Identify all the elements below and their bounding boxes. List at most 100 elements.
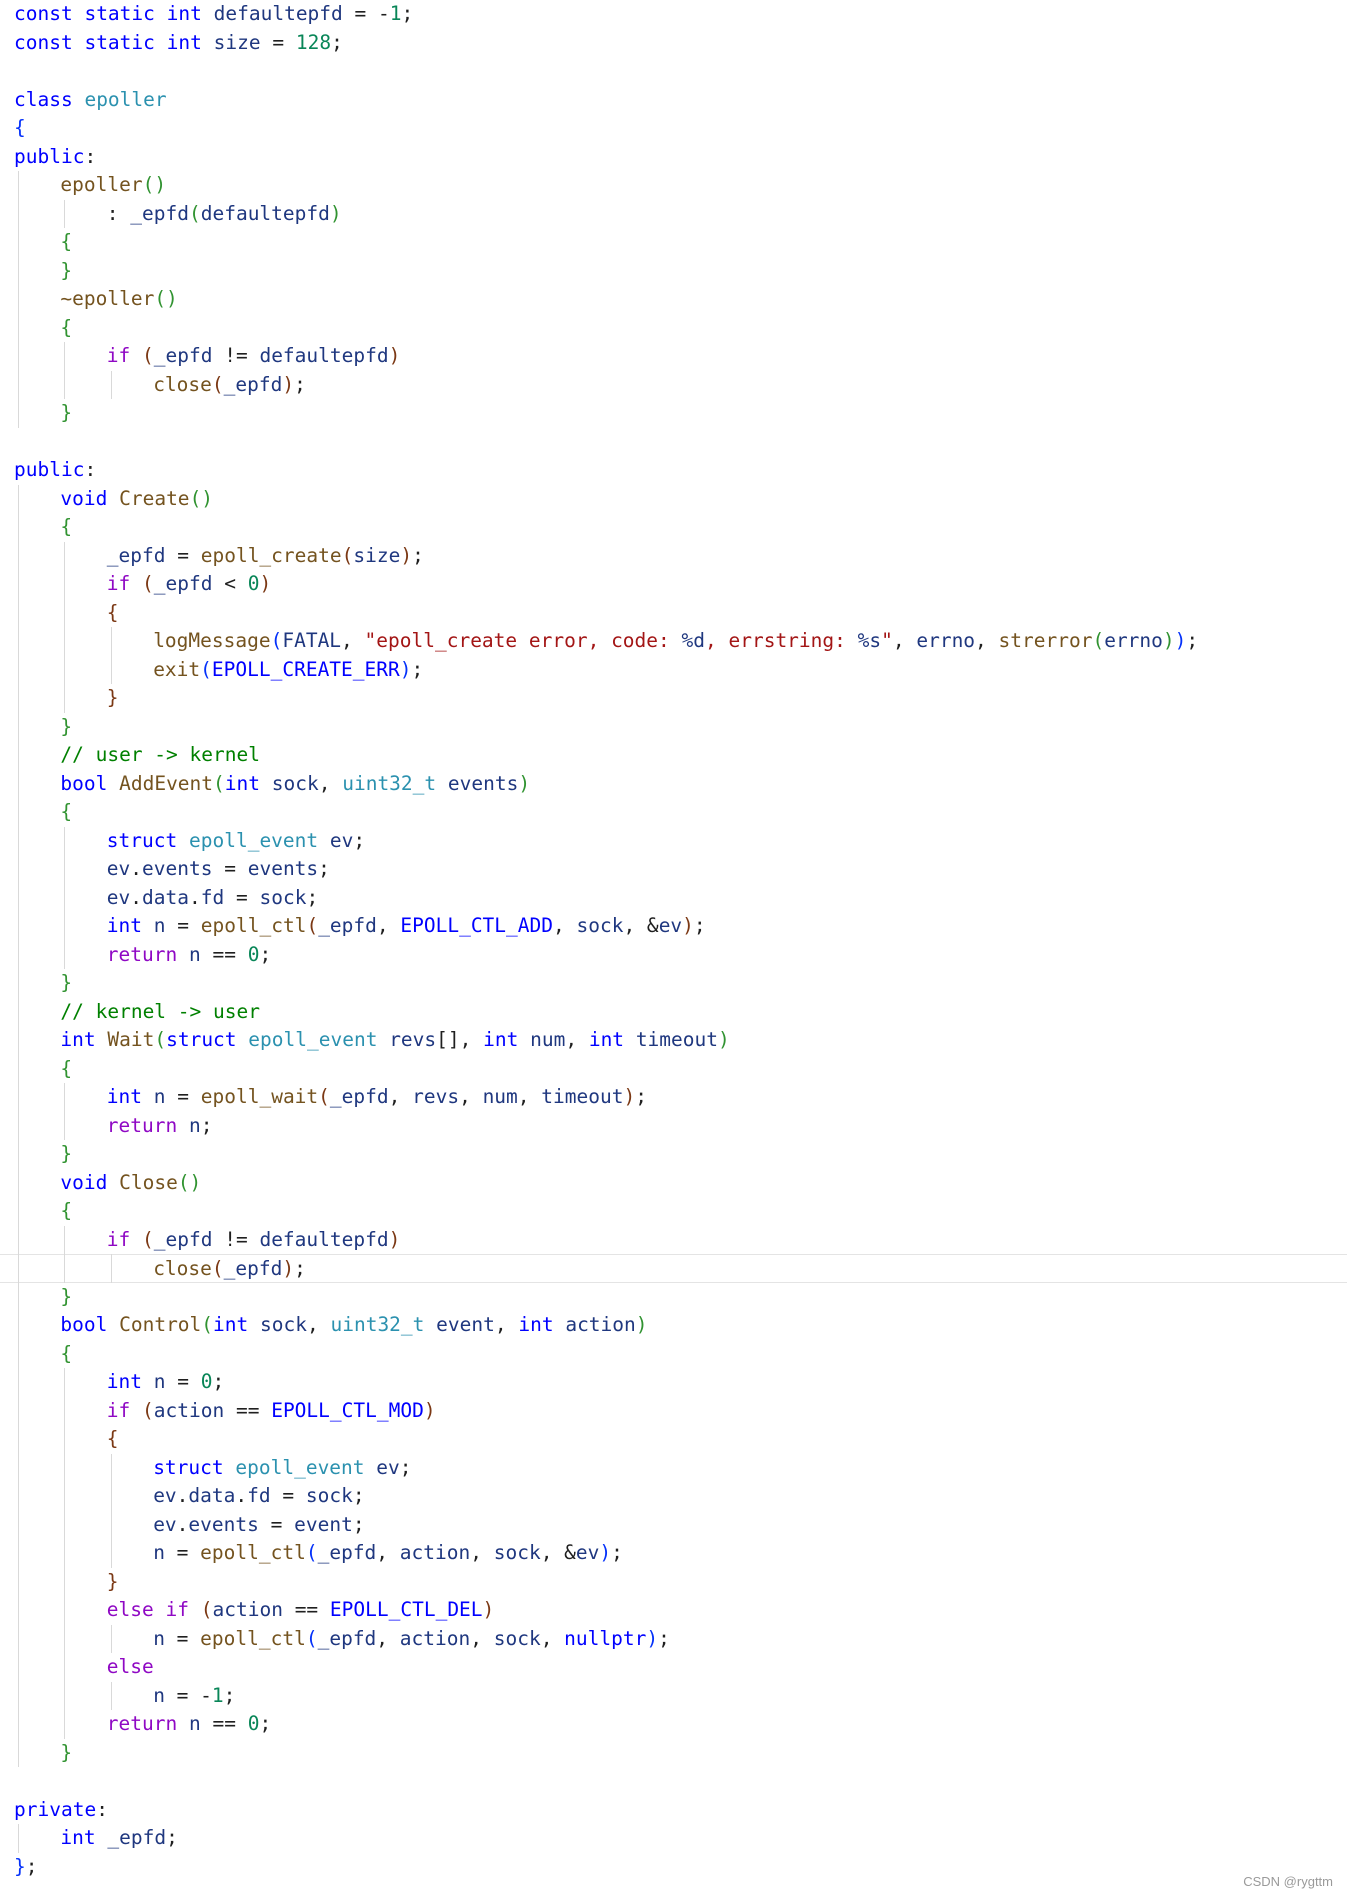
code-line[interactable]: ev.data.fd = sock;: [0, 884, 1347, 913]
code-token: {: [106, 600, 119, 624]
code-line[interactable]: else: [0, 1653, 1347, 1682]
code-token: = -: [164, 1683, 212, 1707]
code-line[interactable]: {: [0, 314, 1347, 343]
code-line[interactable]: : _epfd(defaultepfd): [0, 200, 1347, 229]
code-line[interactable]: [0, 428, 1347, 457]
code-line[interactable]: logMessage(FATAL, "epoll_create error, c…: [0, 627, 1347, 656]
code-line[interactable]: public:: [0, 456, 1347, 485]
code-token: :: [96, 1797, 108, 1821]
code-line[interactable]: if (_epfd < 0): [0, 570, 1347, 599]
code-token: events: [447, 771, 519, 795]
code-token: ,: [459, 1085, 483, 1108]
code-line[interactable]: }: [0, 1568, 1347, 1597]
code-line[interactable]: void Create(): [0, 485, 1347, 514]
code-line[interactable]: int n = 0;: [0, 1368, 1347, 1397]
code-line-text: ~epoller(): [60, 285, 177, 314]
code-line-text: struct epoll_event ev;: [107, 827, 365, 856]
code-line[interactable]: close(_epfd);: [0, 371, 1347, 400]
code-line[interactable]: return n;: [0, 1112, 1347, 1141]
code-line[interactable]: epoller(): [0, 171, 1347, 200]
code-token: _epfd: [317, 1541, 377, 1564]
code-token: return: [106, 1712, 178, 1735]
code-token: defaultepfd: [259, 344, 389, 367]
code-line[interactable]: [0, 1767, 1347, 1796]
code-token: 1: [211, 1683, 224, 1707]
code-line[interactable]: exit(EPOLL_CREATE_ERR);: [0, 656, 1347, 685]
code-line[interactable]: n = epoll_ctl(_epfd, action, sock, &ev);: [0, 1539, 1347, 1568]
code-line[interactable]: return n == 0;: [0, 941, 1347, 970]
code-line[interactable]: n = epoll_ctl(_epfd, action, sock, nullp…: [0, 1625, 1347, 1654]
indent-guide: [64, 199, 66, 228]
code-token: {: [106, 1427, 119, 1450]
code-line[interactable]: bool AddEvent(int sock, uint32_t events): [0, 770, 1347, 799]
code-line[interactable]: int Wait(struct epoll_event revs[], int …: [0, 1026, 1347, 1055]
code-token: ;: [200, 1113, 213, 1137]
code-line[interactable]: {: [0, 599, 1347, 628]
code-token: ,: [892, 629, 917, 652]
code-token: defaultepfd: [213, 2, 343, 25]
code-line[interactable]: if (_epfd != defaultepfd): [0, 1226, 1347, 1255]
code-line[interactable]: close(_epfd);: [0, 1254, 1347, 1283]
code-line[interactable]: struct epoll_event ev;: [0, 827, 1347, 856]
code-line[interactable]: {: [0, 1197, 1347, 1226]
code-line[interactable]: {: [0, 798, 1347, 827]
code-line[interactable]: n = -1;: [0, 1682, 1347, 1711]
code-line[interactable]: ev.events = event;: [0, 1511, 1347, 1540]
code-line[interactable]: struct epoll_event ev;: [0, 1454, 1347, 1483]
code-line[interactable]: void Close(): [0, 1169, 1347, 1198]
code-token: }: [60, 258, 73, 282]
code-line[interactable]: public:: [0, 143, 1347, 172]
code-line[interactable]: private:: [0, 1796, 1347, 1825]
code-token: ;: [318, 857, 330, 880]
code-line[interactable]: {: [0, 1340, 1347, 1369]
code-line-text: {: [60, 798, 72, 827]
code-line[interactable]: {: [0, 513, 1347, 542]
code-token: epoll_ctl: [200, 914, 307, 937]
code-line[interactable]: _epfd = epoll_create(size);: [0, 542, 1347, 571]
code-line[interactable]: }: [0, 1739, 1347, 1768]
code-line[interactable]: {: [0, 1425, 1347, 1454]
code-token: bool: [60, 1313, 108, 1336]
code-line[interactable]: // user -> kernel: [0, 741, 1347, 770]
code-token: 128: [295, 30, 332, 54]
code-line[interactable]: {: [0, 228, 1347, 257]
code-line[interactable]: }: [0, 257, 1347, 286]
code-token: int: [166, 30, 202, 54]
code-line[interactable]: else if (action == EPOLL_CTL_DEL): [0, 1596, 1347, 1625]
code-line[interactable]: int n = epoll_ctl(_epfd, EPOLL_CTL_ADD , …: [0, 912, 1347, 941]
code-line[interactable]: }: [0, 969, 1347, 998]
code-line[interactable]: int _epfd;: [0, 1824, 1347, 1853]
code-line[interactable]: }: [0, 684, 1347, 713]
code-line[interactable]: {: [0, 114, 1347, 143]
code-token: (: [154, 1028, 167, 1051]
code-line[interactable]: }: [0, 1140, 1347, 1169]
code-line[interactable]: if (action == EPOLL_CTL_MOD): [0, 1397, 1347, 1426]
code-token: ,: [565, 1028, 589, 1051]
code-line[interactable]: class epoller: [0, 86, 1347, 115]
code-line[interactable]: // kernel -> user: [0, 998, 1347, 1027]
code-editor[interactable]: const static int defaultepfd = -1; const …: [0, 0, 1347, 1895]
code-line[interactable]: }: [0, 1283, 1347, 1312]
code-token: ): [423, 1398, 436, 1422]
code-line[interactable]: if (_epfd != defaultepfd): [0, 342, 1347, 371]
code-line[interactable]: bool Control(int sock, uint32_t event, i…: [0, 1311, 1347, 1340]
code-token: ): [399, 657, 412, 681]
code-line[interactable]: {: [0, 1055, 1347, 1084]
code-line[interactable]: ev.events = events;: [0, 855, 1347, 884]
code-line[interactable]: ev.data.fd = sock;: [0, 1482, 1347, 1511]
code-line[interactable]: [0, 57, 1347, 86]
code-line[interactable]: const static int defaultepfd = -1;: [0, 0, 1347, 29]
code-line[interactable]: return n == 0;: [0, 1710, 1347, 1739]
code-line[interactable]: }: [0, 713, 1347, 742]
code-token: ): [646, 1626, 659, 1650]
code-line-text: return n == 0;: [107, 1710, 271, 1739]
code-line[interactable]: }: [0, 399, 1347, 428]
code-line[interactable]: ~epoller(): [0, 285, 1347, 314]
code-line[interactable]: };: [0, 1853, 1347, 1882]
code-token: ,: [470, 1626, 494, 1650]
code-line[interactable]: const static int size = 128;: [0, 29, 1347, 58]
code-line[interactable]: int n = epoll_wait(_epfd, revs, num, tim…: [0, 1083, 1347, 1112]
